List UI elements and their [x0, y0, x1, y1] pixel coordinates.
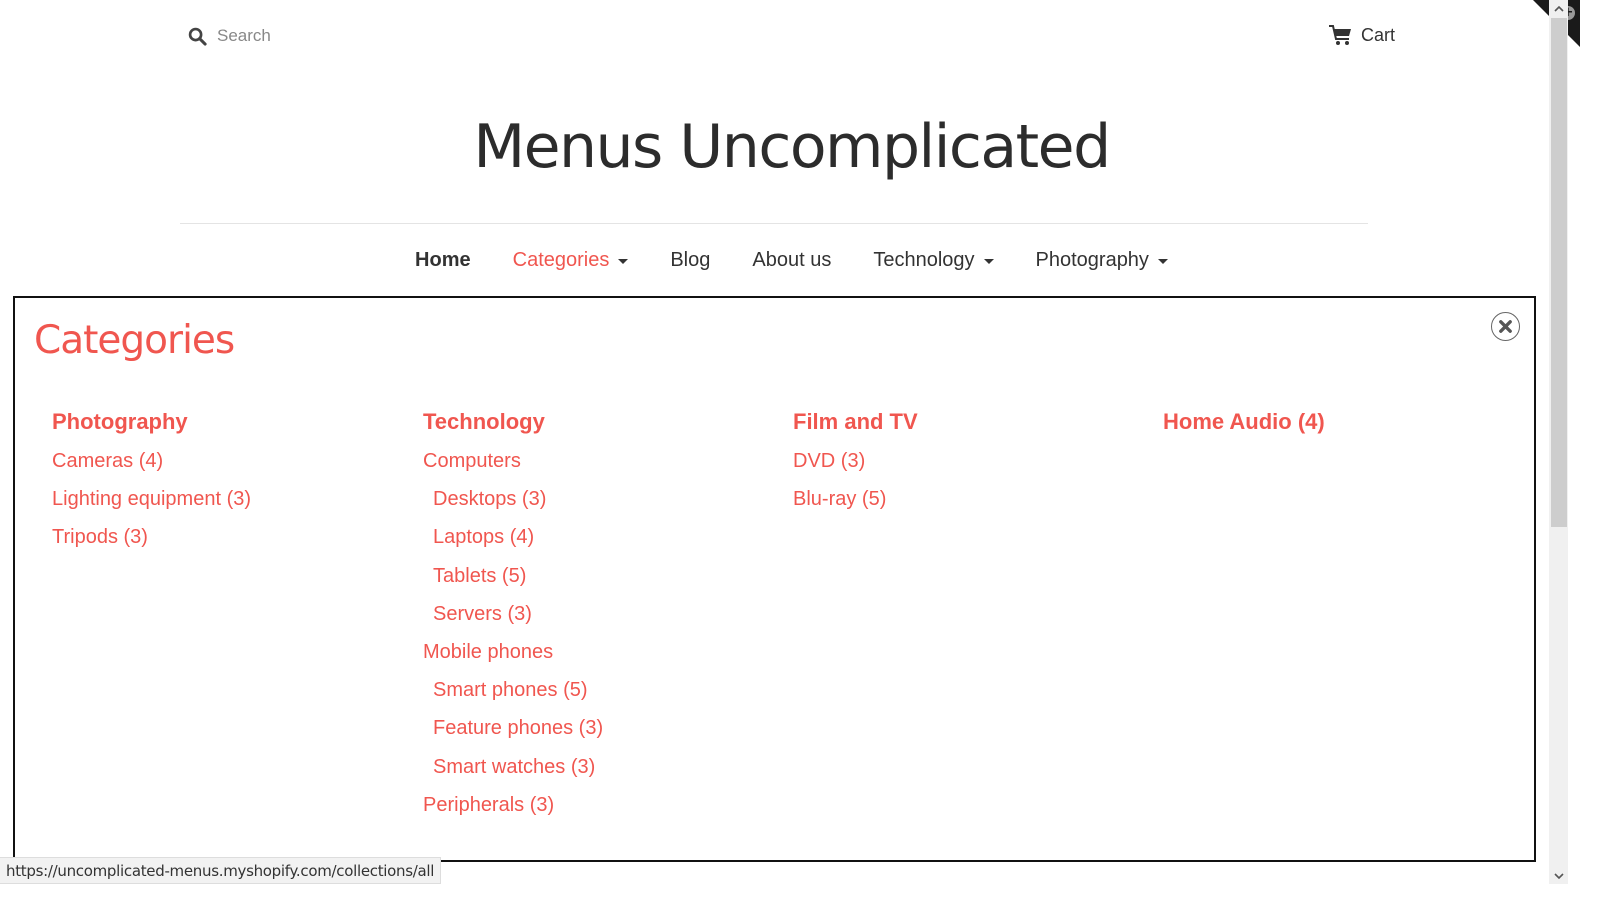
cart-icon: [1329, 25, 1351, 45]
scroll-down-button[interactable]: [1549, 867, 1568, 884]
menu-sublink[interactable]: Feature phones (3): [423, 713, 603, 751]
caret-down-icon: [983, 259, 994, 264]
chevron-down-icon: [1553, 872, 1564, 879]
nav-label: Categories: [512, 248, 610, 271]
page: Cart Menus Uncomplicated Home Categories…: [0, 0, 1583, 900]
search-icon: [188, 27, 207, 46]
menu-link[interactable]: Cameras (4): [52, 446, 251, 484]
header-divider: [180, 223, 1368, 224]
close-button[interactable]: [1491, 312, 1520, 341]
scroll-thumb[interactable]: [1551, 18, 1567, 527]
column-heading[interactable]: Home Audio (4): [1163, 406, 1325, 438]
menu-link[interactable]: Tripods (3): [52, 522, 251, 560]
nav-item-photography[interactable]: Photography: [1036, 246, 1168, 274]
cart-label: Cart: [1361, 24, 1396, 45]
menu-sublink[interactable]: Servers (3): [423, 599, 603, 637]
menu-link[interactable]: Peripherals (3): [423, 790, 603, 828]
mega-menu-title: Categories: [34, 318, 235, 363]
nav-item-home[interactable]: Home: [415, 246, 471, 274]
nav-item-blog[interactable]: Blog: [670, 246, 710, 274]
chevron-up-icon: [1553, 5, 1564, 12]
menu-link[interactable]: Lighting equipment (3): [52, 484, 251, 522]
menu-column-photography: Photography Cameras (4) Lighting equipme…: [52, 406, 251, 561]
menu-column-technology: Technology Computers Desktops (3) Laptop…: [423, 406, 603, 828]
caret-down-icon: [618, 259, 629, 264]
nav-item-about-us[interactable]: About us: [752, 246, 831, 274]
column-heading[interactable]: Film and TV: [793, 406, 918, 438]
main-nav: Home Categories Blog About us Technology…: [0, 246, 1583, 274]
vertical-scrollbar[interactable]: [1549, 0, 1568, 884]
menu-sublink[interactable]: Smart phones (5): [423, 675, 603, 713]
menu-link[interactable]: DVD (3): [793, 446, 918, 484]
nav-item-categories[interactable]: Categories: [513, 246, 629, 274]
menu-link[interactable]: Blu-ray (5): [793, 484, 918, 522]
menu-sublink[interactable]: Tablets (5): [423, 561, 603, 599]
search-bar[interactable]: [188, 22, 367, 50]
scroll-up-button[interactable]: [1549, 0, 1568, 17]
nav-label: About us: [752, 248, 832, 271]
caret-down-icon: [1157, 259, 1168, 264]
menu-column-film-and-tv: Film and TV DVD (3) Blu-ray (5): [793, 406, 918, 522]
menu-column-home-audio: Home Audio (4): [1163, 406, 1325, 446]
menu-sublink[interactable]: Desktops (3): [423, 484, 603, 522]
mega-menu-panel: Categories Photography Cameras (4) Light…: [13, 296, 1536, 862]
menu-sublink[interactable]: Laptops (4): [423, 522, 603, 560]
column-heading[interactable]: Photography: [52, 406, 251, 438]
browser-status-url: https://uncomplicated-menus.myshopify.co…: [0, 857, 442, 884]
column-heading[interactable]: Technology: [423, 406, 603, 438]
nav-label: Photography: [1035, 248, 1149, 271]
close-icon: [1499, 320, 1512, 333]
nav-label: Blog: [670, 248, 711, 271]
nav-item-technology[interactable]: Technology: [873, 246, 994, 274]
cart-link[interactable]: Cart: [1328, 24, 1395, 46]
search-input[interactable]: [217, 26, 367, 46]
nav-label: Technology: [873, 248, 975, 271]
site-title[interactable]: Menus Uncomplicated: [0, 112, 1583, 182]
window-bottom-edge: [0, 884, 1600, 900]
menu-link[interactable]: Computers: [423, 446, 603, 484]
nav-label: Home: [415, 248, 471, 271]
menu-link[interactable]: Mobile phones: [423, 637, 603, 675]
menu-sublink[interactable]: Smart watches (3): [423, 752, 603, 790]
